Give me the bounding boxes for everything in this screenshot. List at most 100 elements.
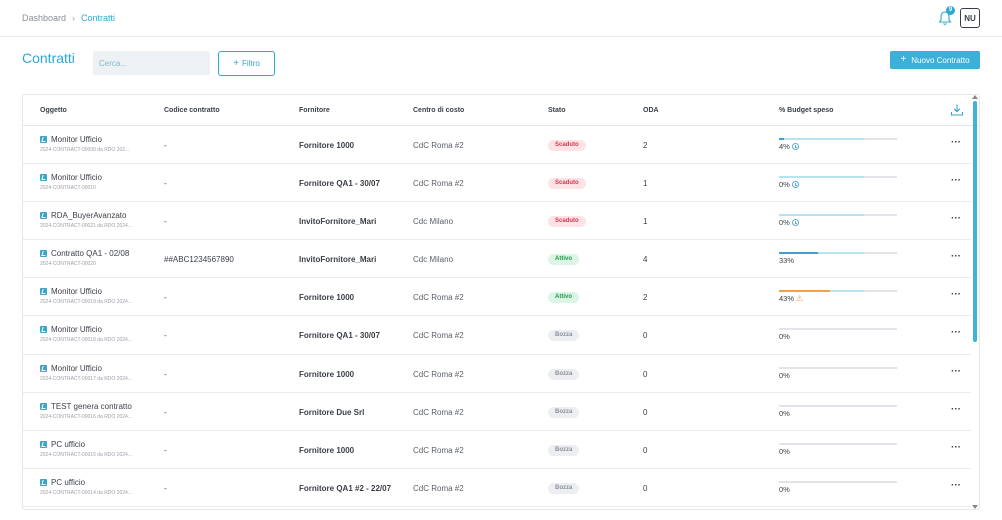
search-input[interactable]: [93, 51, 210, 75]
contract-title[interactable]: RDA_BuyerAvanzato: [51, 211, 126, 220]
contract-code: ##ABC1234567890: [164, 255, 234, 265]
more-options-icon[interactable]: ···: [951, 366, 961, 376]
contracts-table: Oggetto Codice contratto Fornitore Centr…: [22, 94, 980, 510]
more-options-icon[interactable]: ···: [951, 176, 961, 186]
budget-progress-bar: [779, 404, 897, 407]
contract-id: 2024-CONTRACT-00017 da RDO 2024...: [40, 375, 132, 382]
contract-code: -: [164, 217, 167, 227]
table-row[interactable]: Monitor Ufficio 2024-CONTRACT-00018 da RD…: [23, 316, 971, 355]
budget-progress-bar: [779, 328, 897, 331]
scroll-down-arrow-icon[interactable]: [972, 505, 978, 509]
table-row[interactable]: Monitor Ufficio 2024-CONTRACT-00010 - Forni…: [23, 164, 971, 203]
cost-center: CdC Roma #2: [413, 331, 464, 341]
contract-title[interactable]: TEST genera contratto: [51, 402, 132, 411]
more-options-icon[interactable]: ···: [951, 404, 961, 414]
new-contract-button-label: Nuovo Contratto: [911, 55, 970, 65]
column-header-codice[interactable]: Codice contratto: [164, 107, 220, 114]
budget-progress-bar: [779, 252, 897, 255]
budget-progress-bar: [779, 214, 897, 217]
budget-value: 0%: [779, 409, 790, 418]
more-options-icon[interactable]: ···: [951, 138, 961, 148]
scrollbar-thumb[interactable]: [973, 101, 977, 342]
table-row[interactable]: Monitor Ufficio 2024-CONTRACT-00019 da RD…: [23, 278, 971, 317]
budget-percent-text: 0%: [779, 484, 790, 494]
more-options-icon[interactable]: ···: [951, 252, 961, 262]
contract-id: 2024-CONTRACT-00014 da RDO 2024...: [40, 489, 132, 496]
contract-type-icon: [40, 212, 47, 220]
contract-title[interactable]: Monitor Ufficio: [51, 287, 102, 296]
contract-title[interactable]: Monitor Ufficio: [51, 135, 102, 144]
budget-progress-bar: [779, 138, 897, 140]
notification-badge: 9: [946, 6, 955, 15]
column-header-budget[interactable]: % Budget speso: [779, 107, 833, 114]
budget-percent-text: 0%: [779, 180, 790, 190]
budget-percent-text: 0%: [779, 370, 790, 380]
column-header-oda[interactable]: ODA: [643, 107, 659, 114]
oda-count: 0: [643, 483, 648, 493]
oda-count: 0: [643, 331, 648, 341]
more-options-icon[interactable]: ···: [951, 214, 961, 224]
contract-type-icon: [40, 364, 47, 372]
contract-title[interactable]: PC ufficio: [51, 478, 85, 487]
filter-button[interactable]: + Filtro: [218, 51, 275, 76]
contract-code: -: [164, 445, 167, 455]
contract-title[interactable]: Monitor Ufficio: [51, 364, 102, 373]
contract-id: 2024-CONTRACT-00019 da RDO 2024...: [40, 299, 132, 306]
more-options-icon[interactable]: ···: [951, 328, 961, 338]
download-icon[interactable]: [950, 103, 964, 117]
contract-type-icon: [40, 402, 47, 410]
contract-title[interactable]: PC ufficio: [51, 440, 85, 449]
column-header-oggetto[interactable]: Oggetto: [40, 107, 67, 114]
status-badge: Bozza: [548, 444, 580, 456]
contract-id: 2024-CONTRACT-00008 da RDO 202...: [40, 147, 130, 153]
avatar[interactable]: NU: [960, 8, 980, 28]
cost-center: CdC Roma #2: [413, 369, 464, 379]
status-badge: Bozza: [548, 406, 580, 418]
contract-type-icon: [40, 136, 47, 143]
status-badge: Attivo: [548, 292, 579, 304]
contract-code: -: [164, 179, 167, 189]
supplier-name: Fornitore QA1 - 30/07: [299, 179, 380, 189]
table-row[interactable]: TEST genera contratto 2024-CONTRACT-00016…: [23, 393, 971, 431]
budget-progress-bar: [779, 176, 897, 179]
budget-progress-fill: [779, 290, 830, 293]
table-row[interactable]: Contratto QA1 - 02/08 2024-CONTRACT-00020…: [23, 240, 971, 279]
status-badge: Attivo: [548, 254, 579, 266]
contract-code: -: [164, 483, 167, 493]
contract-code: -: [164, 293, 167, 303]
table-row[interactable]: PC ufficio 2024-CONTRACT-00015 da RDO 202…: [23, 431, 971, 469]
breadcrumb-separator: ›: [72, 13, 76, 23]
table-row[interactable]: Monitor Ufficio 2024-CONTRACT-00017 da RD…: [23, 355, 971, 393]
contract-id: 2024-CONTRACT-00015 da RDO 2024...: [40, 451, 132, 458]
contract-code: -: [164, 369, 167, 379]
table-row[interactable]: RDA_BuyerAvanzato 2024-CONTRACT-00021 da …: [23, 202, 971, 241]
table-row[interactable]: PC ufficio 2024-CONTRACT-00014 da RDO 202…: [23, 469, 971, 507]
table-row[interactable]: Monitor Ufficio 2024-CONTRACT-00008 da RD…: [23, 126, 971, 165]
contract-title[interactable]: Monitor Ufficio: [51, 325, 102, 334]
budget-value: 4%: [779, 142, 799, 151]
column-header-cdc[interactable]: Centro di costo: [413, 107, 464, 114]
oda-count: 2: [643, 141, 648, 150]
budget-value: 0%: [779, 485, 790, 494]
budget-percent-text: 0%: [779, 332, 790, 342]
status-badge: Bozza: [548, 330, 580, 342]
budget-value: 0%: [779, 180, 799, 189]
budget-percent-text: 43%: [779, 294, 795, 304]
supplier-name: Fornitore 1000: [299, 141, 355, 150]
column-header-fornitore[interactable]: Fornitore: [299, 107, 330, 114]
more-options-icon[interactable]: ···: [951, 480, 961, 490]
budget-value: 0%: [779, 332, 790, 341]
contract-title[interactable]: Contratto QA1 - 02/08: [51, 249, 129, 258]
more-options-icon[interactable]: ···: [951, 442, 961, 452]
breadcrumb: Dashboard › Contratti: [22, 13, 115, 23]
budget-value: 0%: [779, 218, 799, 227]
cost-center: CdC Roma #2: [413, 293, 464, 303]
scroll-up-arrow-icon[interactable]: [972, 95, 978, 99]
breadcrumb-dashboard-link[interactable]: Dashboard: [22, 13, 66, 23]
filter-button-label: Filtro: [242, 59, 260, 68]
supplier-name: Fornitore 1000: [299, 445, 355, 455]
column-header-stato[interactable]: Stato: [548, 107, 566, 114]
more-options-icon[interactable]: ···: [951, 290, 961, 300]
new-contract-button[interactable]: + Nuovo Contratto: [890, 51, 980, 69]
contract-title[interactable]: Monitor Ufficio: [51, 173, 102, 182]
